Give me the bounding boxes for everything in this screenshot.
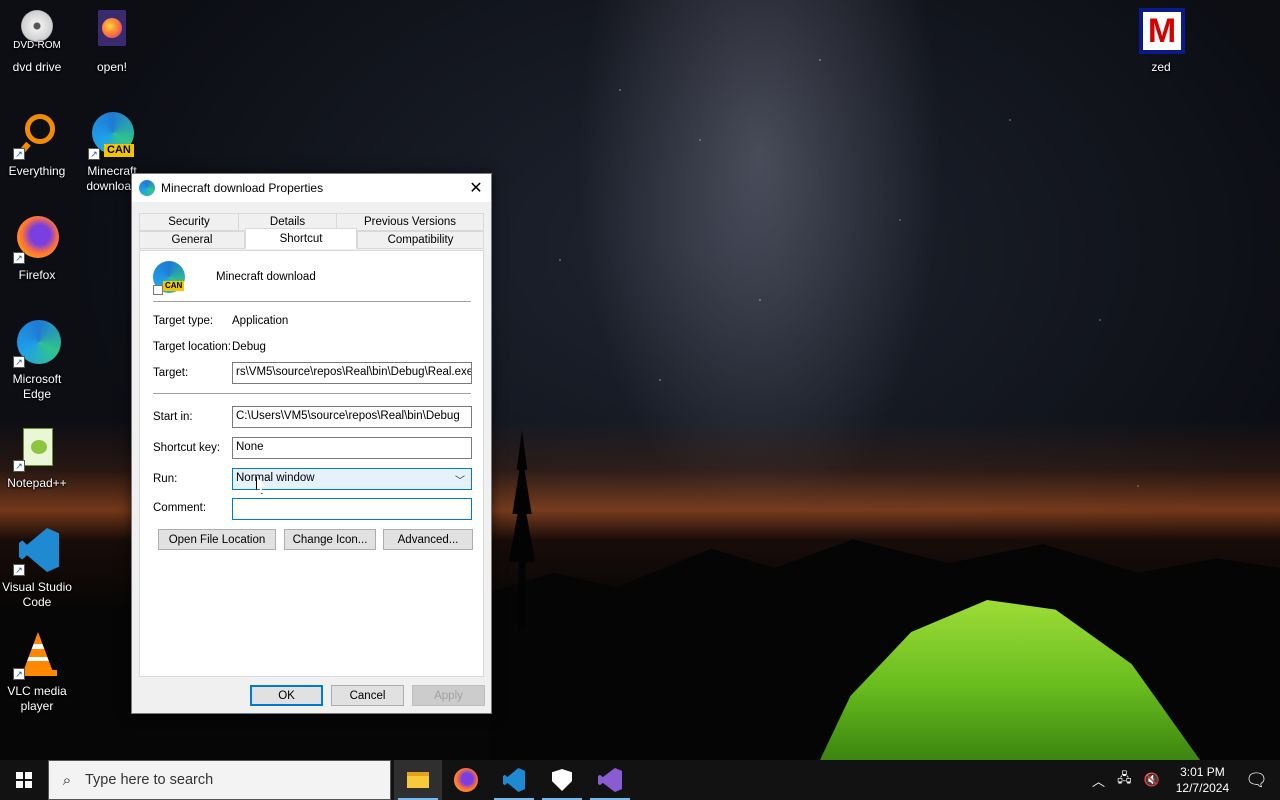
vscode-icon <box>503 768 525 792</box>
network-icon[interactable]: 🖧 <box>1117 769 1132 791</box>
firefox-file-icon <box>88 8 136 56</box>
chevron-down-icon: ﹀ <box>455 476 465 487</box>
tab-previous-versions[interactable]: Previous Versions <box>336 213 484 231</box>
clock-time: 3:01 PM <box>1180 765 1225 779</box>
desktop-icon-microsoft-edge[interactable]: ↗ Microsoft Edge <box>0 320 74 402</box>
desktop-icon-vlc[interactable]: ↗ VLC media player <box>0 632 74 714</box>
desktop-icon-notepadpp[interactable]: ↗ Notepad++ <box>0 424 74 491</box>
desktop-icon-label: Notepad++ <box>7 476 67 490</box>
taskbar-visual-studio[interactable] <box>586 760 634 800</box>
shortcut-arrow-icon: ↗ <box>13 668 25 680</box>
run-select[interactable]: Normal window ﹀ <box>232 468 472 490</box>
target-label: Target: <box>153 367 189 379</box>
desktop-icon-everything[interactable]: ↗ Everything <box>0 112 74 179</box>
tab-compatibility[interactable]: Compatibility <box>357 231 484 249</box>
desktop-icon-label: Firefox <box>18 268 56 282</box>
cancel-button[interactable]: Cancel <box>331 685 404 706</box>
taskbar: ⌕ Type here to search ︿ 🖧 🔇 3:01 PM 12/7… <box>0 760 1280 800</box>
shortcut-key-label: Shortcut key: <box>153 442 221 454</box>
clock-date: 12/7/2024 <box>1175 781 1230 795</box>
system-tray: ︿ 🖧 🔇 3:01 PM 12/7/2024 🗨 <box>1086 760 1280 800</box>
shortcut-arrow-icon: ↗ <box>13 460 25 472</box>
dialog-titlebar[interactable]: Minecraft download Properties ✕ <box>132 174 491 202</box>
shortcut-arrow-icon: ↗ <box>88 148 100 160</box>
shortcut-arrow-icon: ↗ <box>13 252 25 264</box>
desktop-icon-zed[interactable]: M zed <box>1124 8 1198 75</box>
search-icon: ⌕ <box>62 771 72 789</box>
desktop-icon-label: Everything <box>8 164 66 178</box>
tab-shortcut[interactable]: Shortcut <box>245 228 357 249</box>
desktop-icon-label: Microsoft Edge <box>12 372 62 401</box>
tab-security[interactable]: Security <box>139 213 239 231</box>
comment-label: Comment: <box>153 502 207 514</box>
file-explorer-icon <box>407 772 429 788</box>
desktop-icon-open[interactable]: open! <box>75 8 149 75</box>
taskbar-file-explorer[interactable] <box>394 760 442 800</box>
target-type-label: Target type: <box>153 315 214 327</box>
change-icon-button[interactable]: Change Icon... <box>284 529 376 550</box>
windows-logo-icon <box>16 772 32 788</box>
edge-can-shortcut-icon: CAN ↗ <box>88 112 136 160</box>
notification-center-icon[interactable]: 🗨 <box>1245 770 1268 791</box>
notepadpp-icon: ↗ <box>13 424 61 472</box>
start-in-field[interactable]: C:\Users\VM5\source\repos\Real\bin\Debug <box>232 406 472 428</box>
visual-studio-icon <box>598 768 622 792</box>
properties-dialog: Minecraft download Properties ✕ Security… <box>131 173 492 714</box>
shortcut-arrow-icon: ↗ <box>13 148 25 160</box>
shortcut-arrow-icon: ↗ <box>13 564 25 576</box>
start-button[interactable] <box>0 760 48 800</box>
desktop-icon-label: open! <box>96 60 128 74</box>
desktop-icon-firefox[interactable]: ↗ Firefox <box>0 216 74 283</box>
vlc-icon: ↗ <box>13 632 61 680</box>
ok-button[interactable]: OK <box>250 685 323 706</box>
firefox-icon: ↗ <box>13 216 61 264</box>
shortcut-icon: CAN <box>153 261 185 295</box>
edge-icon: ↗ <box>13 320 61 368</box>
desktop-icon-vscode[interactable]: ↗ Visual Studio Code <box>0 528 74 610</box>
edge-icon <box>139 180 155 196</box>
comment-field[interactable] <box>232 498 472 520</box>
run-select-value: Normal window <box>236 472 315 484</box>
target-field[interactable]: rs\VM5\source\repos\Real\bin\Debug\Real.… <box>232 362 472 384</box>
chevron-up-icon[interactable]: ︿ <box>1092 771 1105 790</box>
search-placeholder: Type here to search <box>85 772 214 788</box>
taskbar-search[interactable]: ⌕ Type here to search <box>48 760 391 800</box>
security-icon <box>552 769 572 791</box>
divider <box>153 301 471 302</box>
open-file-location-button[interactable]: Open File Location <box>158 529 276 550</box>
tab-strip: Security Details Previous Versions Gener… <box>139 213 484 251</box>
shortcut-arrow-icon: ↗ <box>13 356 25 368</box>
taskbar-firefox[interactable] <box>442 760 490 800</box>
close-button[interactable]: ✕ <box>461 174 491 202</box>
shortcut-name: Minecraft download <box>216 271 316 283</box>
advanced-button[interactable]: Advanced... <box>383 529 473 550</box>
firefox-icon <box>454 768 478 792</box>
tab-general[interactable]: General <box>139 231 245 249</box>
volume-muted-icon[interactable]: 🔇 <box>1144 772 1160 788</box>
can-badge: CAN <box>163 281 185 291</box>
desktop-icon-label: dvd drive <box>12 60 62 74</box>
shortcut-arrow-icon <box>153 285 163 295</box>
desktop-icon-dvd-drive[interactable]: DVD-ROM dvd drive <box>0 8 74 75</box>
clock[interactable]: 3:01 PM 12/7/2024 <box>1176 764 1229 796</box>
shortcut-key-field[interactable]: None <box>232 437 472 459</box>
zed-icon: M <box>1137 8 1185 56</box>
vscode-icon: ↗ <box>13 528 61 576</box>
desktop-icon-label: VLC media player <box>7 684 67 713</box>
taskbar-vscode[interactable] <box>490 760 538 800</box>
dvd-drive-icon: DVD-ROM <box>13 8 61 56</box>
everything-search-icon: ↗ <box>13 112 61 160</box>
desktop-icon-label: zed <box>1151 60 1171 74</box>
start-in-label: Start in: <box>153 411 193 423</box>
taskbar-security[interactable] <box>538 760 586 800</box>
target-type-value: Application <box>232 315 289 327</box>
target-location-label: Target location: <box>153 341 231 353</box>
desktop-icon-label: Visual Studio Code <box>2 580 72 609</box>
divider <box>153 393 471 394</box>
dialog-title: Minecraft download Properties <box>161 181 324 195</box>
apply-button[interactable]: Apply <box>412 685 485 706</box>
shortcut-tab-panel: CAN Minecraft download Target type: Appl… <box>139 250 484 677</box>
run-label: Run: <box>153 473 178 485</box>
target-location-value: Debug <box>232 341 266 353</box>
